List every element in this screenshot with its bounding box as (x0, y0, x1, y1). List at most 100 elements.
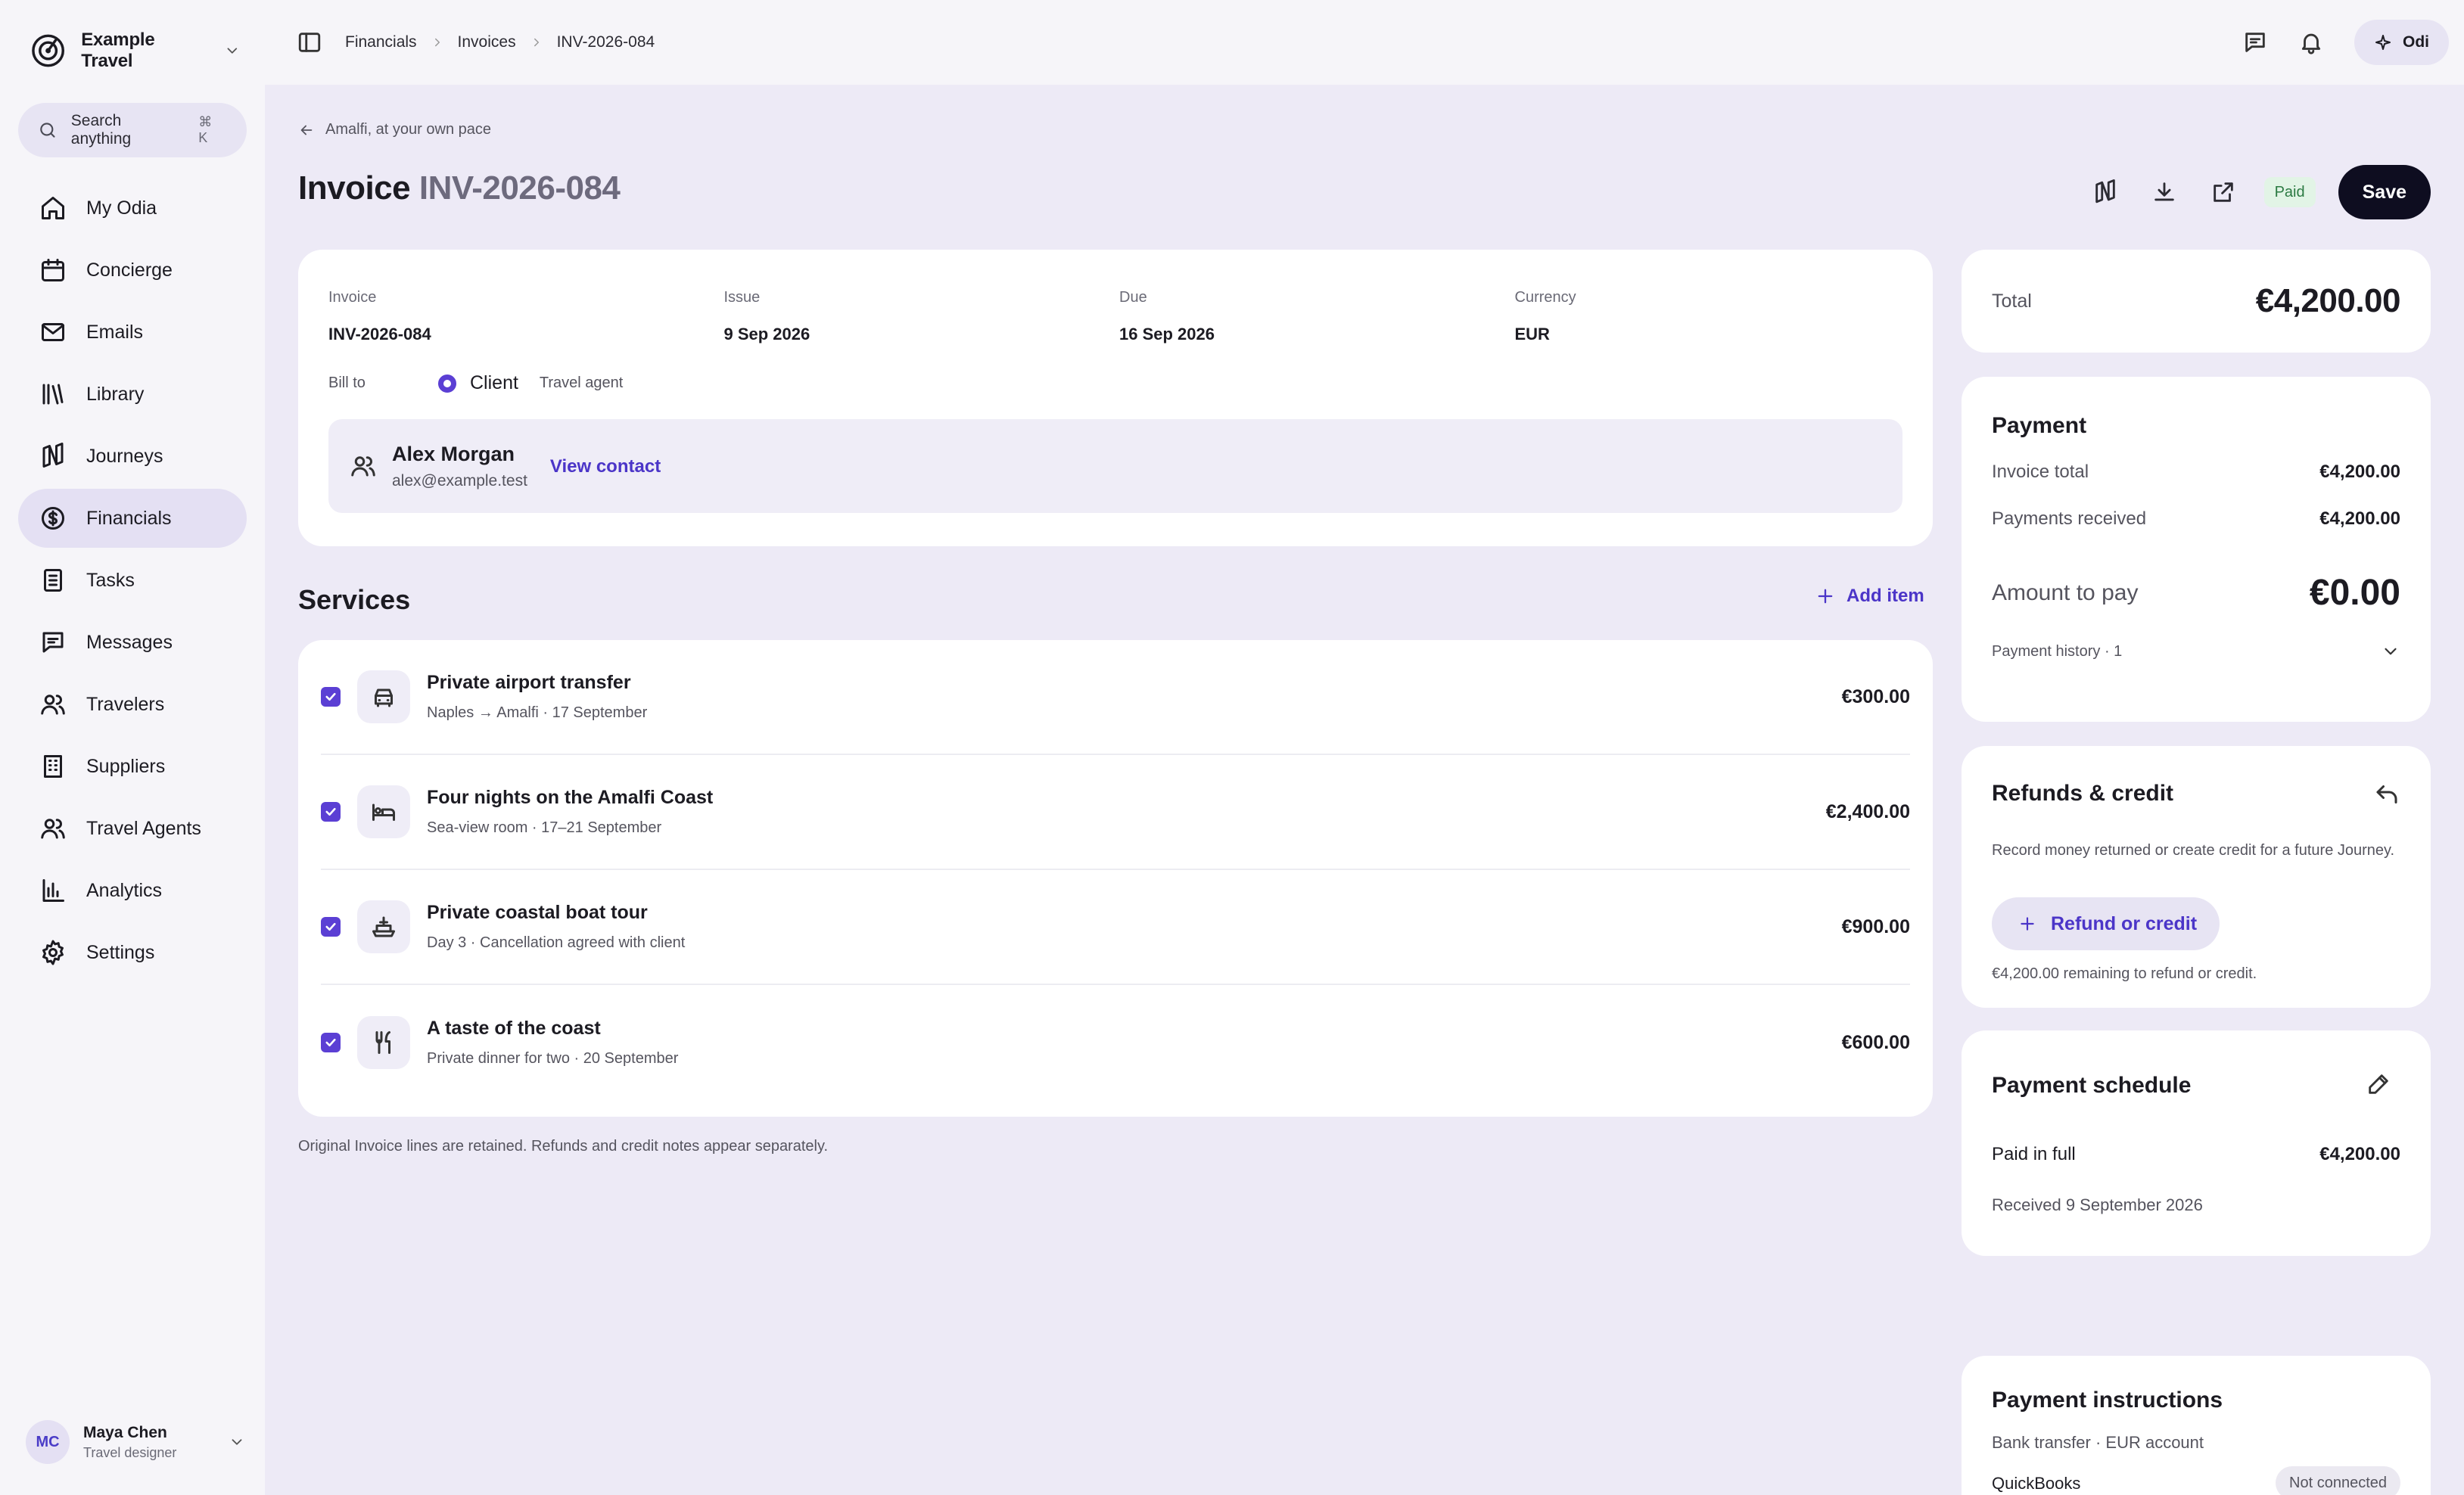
schedule-received: Received 9 September 2026 (1992, 1195, 2203, 1214)
chat-icon[interactable] (2242, 30, 2268, 55)
service-info: Four nights on the Amalfi Coast Sea-view… (427, 787, 713, 837)
payments-received-label: Payments received (1992, 508, 2147, 529)
nav-item-messages[interactable]: Messages (18, 613, 247, 672)
nav-item-analytics[interactable]: Analytics (18, 861, 247, 920)
gear-icon (42, 940, 64, 965)
search-button[interactable]: Search anything ⌘ K (18, 103, 247, 157)
service-name: A taste of the coast (427, 1018, 601, 1039)
amount-to-pay-row: Amount to pay €0.00 (1992, 572, 2400, 614)
list-item[interactable]: Private airport transfer Naples → Amalfi… (321, 640, 1910, 755)
nav-item-tasks[interactable]: Tasks (18, 551, 247, 610)
nav-item-library[interactable]: Library (18, 365, 247, 424)
service-detail: Day 3 · Cancellation agreed with client (427, 934, 686, 951)
nav-item-travelers[interactable]: Travelers (18, 675, 247, 734)
check-icon (325, 922, 336, 931)
meta-label: Due (1119, 289, 1147, 306)
car-icon (375, 688, 393, 707)
nav-item-suppliers[interactable]: Suppliers (18, 737, 247, 796)
nav-label: Analytics (86, 879, 163, 901)
bill-to-option-client[interactable]: Client (470, 372, 518, 394)
payments-received-value: €4,200.00 (2319, 508, 2400, 529)
service-icon (357, 1016, 410, 1069)
workspace-switcher[interactable]: Example Travel (30, 30, 250, 71)
nav-item-financials[interactable]: Financials (18, 489, 247, 548)
nav-item-concierge[interactable]: Concierge (18, 241, 247, 300)
nav-label: Library (86, 383, 145, 405)
page-title-number: INV-2026-084 (418, 169, 621, 207)
nav-label: Emails (86, 321, 144, 343)
integration-label: QuickBooks (1992, 1474, 2081, 1493)
bill-to-option-travel-agent[interactable]: Travel agent (540, 375, 623, 392)
service-name: Private coastal boat tour (427, 902, 648, 923)
payment-method: Bank transfer · EUR account (1992, 1433, 2204, 1452)
arrow-left-icon (300, 125, 313, 135)
nav-label: Concierge (86, 259, 173, 281)
open-external-button[interactable] (2205, 174, 2242, 210)
bed-icon (372, 803, 395, 821)
nav-label: My Odia (86, 197, 157, 219)
amount-to-pay-label: Amount to pay (1992, 580, 2139, 605)
refunds-title: Refunds & credit (1992, 781, 2174, 806)
nav-label: Settings (86, 941, 155, 963)
item-checkbox[interactable] (321, 687, 341, 707)
payment-schedule-card: Payment schedule Paid in full €4,200.00 … (1962, 1030, 2431, 1256)
services-title: Services (298, 584, 411, 615)
map-icon (2095, 179, 2115, 204)
brand-name: Example Travel (81, 30, 155, 71)
list-item[interactable]: A taste of the coast Private dinner for … (321, 985, 1910, 1100)
meta-value: INV-2026-084 (328, 325, 431, 343)
nav-label: Messages (86, 631, 173, 653)
top-bar: Financials Invoices INV-2026-084 Odi (265, 0, 2464, 85)
assistant-label: Odi (2403, 33, 2429, 51)
schedule-row: Paid in full €4,200.00 (1992, 1144, 2400, 1165)
breadcrumb-item-financials[interactable]: Financials (345, 33, 417, 51)
home-icon (42, 197, 64, 219)
item-checkbox[interactable] (321, 802, 341, 822)
total-card: Total €4,200.00 (1962, 250, 2431, 353)
chevron-down-icon (2385, 648, 2397, 655)
invoice-meta: Invoice INV-2026-084 Issue 9 Sep 2026 Du… (328, 289, 1910, 344)
radio-selected[interactable] (438, 374, 456, 393)
chevron-down-icon (232, 1439, 242, 1445)
amount-to-pay-value: €0.00 (2309, 573, 2400, 613)
payment-history-toggle[interactable]: Payment history · 1 (1992, 642, 2400, 661)
main-nav: My Odia Concierge Emails Library Journey… (18, 179, 247, 985)
nav-item-settings[interactable]: Settings (18, 923, 247, 982)
payment-card: Payment Invoice total €4,200.00 Payments… (1962, 377, 2431, 722)
nav-item-journeys[interactable]: Journeys (18, 427, 247, 486)
instructions-title: Payment instructions (1992, 1388, 2223, 1413)
back-link-label: Amalfi, at your own pace (325, 121, 491, 138)
back-link[interactable]: Amalfi, at your own pace (298, 121, 491, 138)
check-icon (325, 692, 336, 701)
list-item[interactable]: Four nights on the Amalfi Coast Sea-view… (321, 755, 1910, 870)
save-button[interactable]: Save (2338, 165, 2431, 219)
undo-icon[interactable] (2373, 781, 2400, 808)
service-name: Private airport transfer (427, 672, 631, 693)
download-button[interactable] (2146, 174, 2182, 210)
item-checkbox[interactable] (321, 1033, 341, 1052)
chevron-down-icon (227, 48, 238, 54)
schedule-status: Paid in full (1992, 1144, 2076, 1164)
sidebar-toggle-icon[interactable] (297, 30, 322, 55)
payment-title: Payment (1992, 413, 2087, 438)
view-contact-link[interactable]: View contact (550, 456, 661, 477)
user-role: Travel designer (83, 1444, 177, 1460)
search-label: Search anything (70, 112, 132, 148)
assistant-button[interactable]: Odi (2354, 20, 2449, 65)
nav-item-travel-agents[interactable]: Travel Agents (18, 799, 247, 858)
bell-icon[interactable] (2298, 30, 2324, 55)
nav-item-emails[interactable]: Emails (18, 303, 247, 362)
list-item[interactable]: Private coastal boat tour Day 3 · Cancel… (321, 870, 1910, 985)
pencil-icon[interactable] (2366, 1071, 2391, 1097)
journey-link-button[interactable] (2087, 174, 2123, 210)
meta-label: Currency (1514, 289, 1576, 306)
add-item-button[interactable]: Add item (1815, 586, 1924, 607)
total-label: Total (1992, 290, 2032, 312)
breadcrumb-item-invoices[interactable]: Invoices (458, 33, 516, 51)
item-checkbox[interactable] (321, 917, 341, 937)
user-menu[interactable]: MC Maya Chen Travel designer (26, 1418, 245, 1466)
service-price: €300.00 (1841, 685, 1910, 707)
payment-history-label: Payment history · 1 (1992, 642, 2123, 660)
nav-item-my-odia[interactable]: My Odia (18, 179, 247, 238)
refund-or-credit-button[interactable]: Refund or credit (1992, 897, 2220, 950)
